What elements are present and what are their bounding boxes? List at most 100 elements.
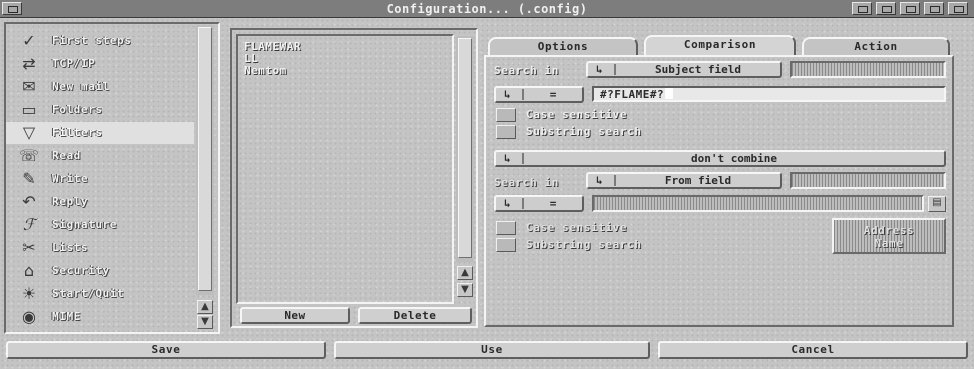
cycle-icon: ↳: [504, 152, 511, 165]
nav-label: TCP/IP: [52, 57, 96, 70]
nav-label: First steps: [52, 34, 132, 47]
nav-label: Filters: [52, 126, 103, 139]
operator-cycle[interactable]: ↳ =: [494, 86, 584, 103]
nav-label: Signature: [52, 218, 118, 231]
nav-item-lists[interactable]: ✂ Lists: [6, 237, 194, 259]
search-in-value-2: From field: [664, 174, 732, 187]
operator-value: =: [549, 88, 557, 101]
iconify-icon[interactable]: [852, 2, 872, 15]
tab-action[interactable]: Action: [802, 37, 950, 55]
nav-label: MIME: [52, 310, 81, 323]
cycle-separator: [614, 64, 616, 75]
checkmark-icon: ✓: [22, 31, 36, 50]
case-sensitive-label: Case sensitive: [526, 108, 628, 121]
pattern-input[interactable]: #?FLAME#?: [592, 86, 946, 102]
nav-item-write[interactable]: ✎ Write: [6, 168, 194, 190]
tab-comparison[interactable]: Comparison: [644, 35, 796, 56]
substring-search-checkbox-2[interactable]: [496, 238, 516, 252]
delete-filter-button[interactable]: Delete: [358, 307, 472, 324]
title-bar[interactable]: Configuration... (.config): [0, 0, 974, 18]
pattern-input-2[interactable]: [592, 195, 924, 212]
nav-label: Read: [52, 149, 81, 162]
pattern-value: #?FLAME#?: [600, 88, 665, 101]
scroll-up-icon[interactable]: ▲: [457, 266, 473, 280]
cycle-separator: [614, 175, 616, 186]
scissors-icon: ✂: [22, 238, 36, 257]
tab-options[interactable]: Options: [488, 37, 638, 55]
padlock-icon: ⌂: [23, 261, 35, 280]
case-sensitive-label-2: Case sensitive: [526, 221, 628, 234]
filter-list-scrollbar[interactable]: [456, 36, 474, 262]
address-name-button[interactable]: Address Name: [832, 218, 946, 254]
scroll-down-icon[interactable]: ▼: [457, 283, 473, 297]
cycle-icon: ↳: [596, 63, 603, 76]
search-field-name-input[interactable]: [790, 61, 946, 78]
popup-list-icon[interactable]: ▤: [928, 196, 946, 212]
filter-list[interactable]: FLAMEWAR LL Nemtom: [236, 34, 454, 304]
operator-cycle-2[interactable]: ↳ =: [494, 195, 584, 212]
cycle-icon: ↳: [596, 174, 603, 187]
search-in-cycle[interactable]: ↳ Subject field: [586, 61, 782, 78]
cycle-icon: ↳: [504, 197, 511, 210]
combine-cycle[interactable]: ↳ don't combine: [494, 150, 946, 167]
nav-item-signature[interactable]: ℱ Signature: [6, 214, 194, 236]
search-in-label-2: Search in: [494, 176, 560, 189]
size-icon[interactable]: [924, 2, 944, 15]
new-filter-button[interactable]: New: [240, 307, 350, 324]
cycle-separator: [522, 153, 524, 164]
filter-funnel-icon: ▽: [22, 123, 36, 142]
nav-item-filters[interactable]: ▽ Filters: [6, 122, 194, 144]
nav-item-first-steps[interactable]: ✓ First steps: [6, 30, 194, 52]
zoom-icon[interactable]: [876, 2, 896, 15]
envelope-icon: ✉: [22, 77, 36, 96]
nav-item-read[interactable]: ☏ Read: [6, 145, 194, 167]
cancel-button[interactable]: Cancel: [658, 341, 968, 359]
search-in-value: Subject field: [654, 63, 742, 76]
nav-item-mime[interactable]: ◉ MIME: [6, 306, 194, 328]
category-items: ✓ First steps ⇄ TCP/IP ✉ New mail ▭ Fold…: [6, 22, 194, 334]
substring-search-label: Substring search: [526, 125, 642, 138]
search-field-name-input-2[interactable]: [790, 172, 946, 189]
nav-item-folders[interactable]: ▭ Folders: [6, 99, 194, 121]
cycle-separator: [522, 198, 524, 209]
nav-item-start-quit[interactable]: ☀ Start/Quit: [6, 283, 194, 305]
scroll-up-icon[interactable]: ▲: [197, 300, 213, 314]
reply-arrow-icon: ↶: [22, 192, 36, 211]
read-mail-icon: ☏: [18, 146, 39, 165]
nav-label: Start/Quit: [52, 287, 125, 300]
save-button[interactable]: Save: [6, 341, 326, 359]
depth-icon[interactable]: [948, 2, 968, 15]
text-cursor: [665, 88, 674, 99]
case-sensitive-checkbox[interactable]: [496, 108, 516, 122]
filter-item[interactable]: Nemtom: [244, 64, 287, 77]
substring-search-checkbox[interactable]: [496, 125, 516, 139]
nav-item-reply[interactable]: ↶ Reply: [6, 191, 194, 213]
network-icon: ⇄: [22, 54, 36, 73]
name-label: Name: [874, 237, 904, 250]
nav-item-tcp-ip[interactable]: ⇄ TCP/IP: [6, 53, 194, 75]
snapshot-icon[interactable]: [900, 2, 920, 15]
nav-item-security[interactable]: ⌂ Security: [6, 260, 194, 282]
search-in-label: Search in: [494, 64, 560, 77]
scroll-down-icon[interactable]: ▼: [197, 315, 213, 329]
use-button[interactable]: Use: [334, 341, 650, 359]
nav-label: Folders: [52, 103, 103, 116]
lightbulb-icon: ☀: [21, 284, 37, 303]
combine-value: don't combine: [690, 152, 778, 165]
operator-value-2: =: [549, 197, 557, 210]
folder-icon: ▭: [21, 100, 37, 119]
window-title: Configuration... (.config): [386, 2, 588, 16]
category-scrollbar[interactable]: [196, 25, 214, 295]
search-in-cycle-2[interactable]: ↳ From field: [586, 172, 782, 189]
case-sensitive-checkbox-2[interactable]: [496, 221, 516, 235]
nav-label: New mail: [52, 80, 110, 93]
eye-icon: ◉: [22, 307, 36, 326]
cycle-separator: [522, 89, 524, 100]
substring-search-label-2: Substring search: [526, 238, 642, 251]
address-label: Address: [863, 224, 915, 237]
quill-pen-icon: ✎: [22, 169, 36, 188]
scrollbar-knob[interactable]: [198, 27, 212, 291]
scrollbar-knob[interactable]: [458, 38, 472, 258]
nav-label: Reply: [52, 195, 89, 208]
nav-item-new-mail[interactable]: ✉ New mail: [6, 76, 194, 98]
